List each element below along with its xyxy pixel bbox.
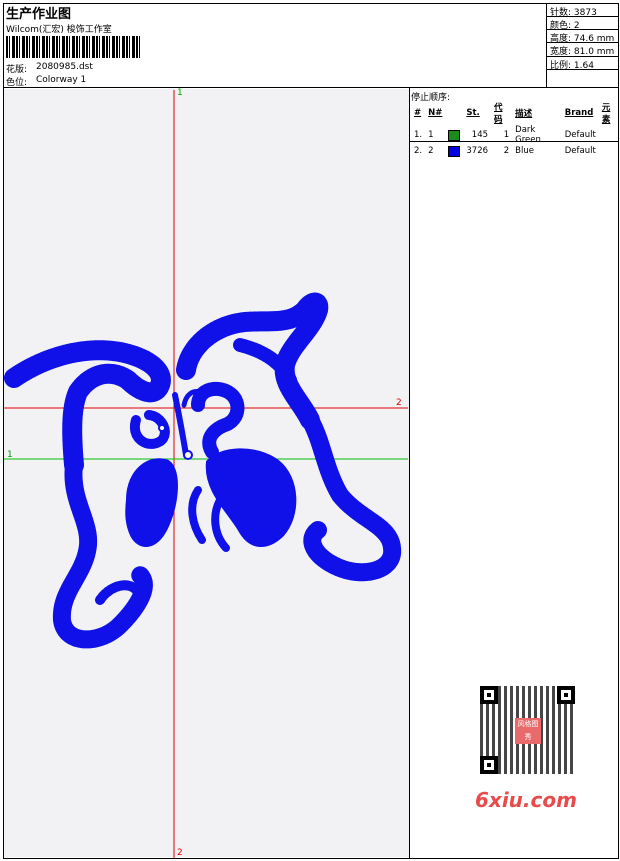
row-element <box>599 145 620 157</box>
watermark-logo: 6xiu.com <box>475 788 577 812</box>
red-guide-label: 2 <box>396 398 402 408</box>
color-swatch <box>448 129 461 141</box>
stop-table-header: # N# St. 代码 描述 Brand 元素 <box>411 101 620 125</box>
col-swatch <box>445 101 463 125</box>
row-index: 2. <box>414 146 423 156</box>
row-swatch <box>445 125 463 145</box>
table-row: 2. 2 3726 2 Blue Default <box>411 145 620 157</box>
row-description: Dark Green <box>515 125 541 145</box>
row-swatch <box>445 145 463 157</box>
vertical-guide-label-bottom: 2 <box>177 848 183 858</box>
row-brand: Default <box>564 130 596 140</box>
stop-table-divider <box>409 141 619 142</box>
col-code: 代码 <box>494 103 503 125</box>
qr-finder-top-left <box>480 686 498 704</box>
stop-sequence-table: # N# St. 代码 描述 Brand 元素 1. 1 145 1 Dark … <box>411 101 620 157</box>
row-needle: 1 <box>428 130 434 140</box>
col-element: 元素 <box>601 103 611 125</box>
row-code: 1 <box>503 130 510 140</box>
row-needle: 2 <box>428 146 434 156</box>
table-row: 1. 1 145 1 Dark Green Default <box>411 125 620 145</box>
row-brand: Default <box>564 146 596 156</box>
watermark-stamp: 风格图秀 <box>515 718 541 744</box>
vertical-guide-label-top: 1 <box>177 88 183 98</box>
col-index: # <box>414 108 422 118</box>
row-index: 1. <box>414 130 423 140</box>
col-description: 描述 <box>515 109 533 119</box>
color-swatch <box>448 145 461 157</box>
qr-finder-top-right <box>557 686 575 704</box>
col-needle: N# <box>428 108 443 118</box>
green-guide-label: 1 <box>7 450 13 460</box>
col-stitches: St. <box>466 108 480 118</box>
row-stitches: 3726 <box>466 146 489 156</box>
row-stitches: 145 <box>471 130 489 140</box>
row-element <box>599 125 620 145</box>
qr-finder-bottom-left <box>480 756 498 774</box>
col-brand: Brand <box>564 108 594 118</box>
row-code: 2 <box>503 146 510 156</box>
butterfly-design <box>4 292 402 649</box>
row-description: Blue <box>515 146 534 156</box>
qr-code: 风格图秀 <box>470 680 585 780</box>
